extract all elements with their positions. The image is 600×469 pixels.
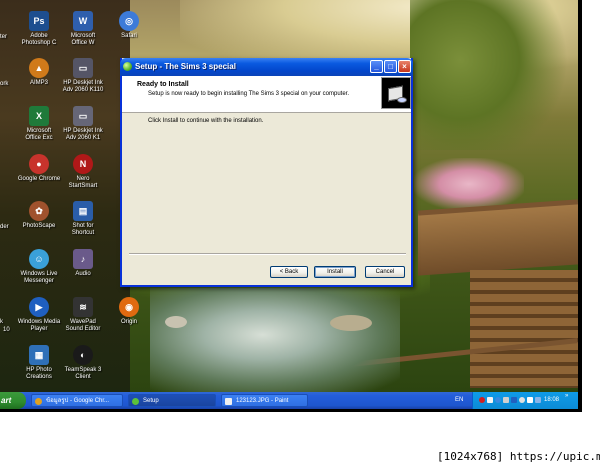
desktop-icon-hp-deskjet[interactable]: ▭ HP Deskjet Ink Adv 2060 K110 — [52, 58, 114, 94]
task-label: Setup — [143, 398, 159, 404]
task-label: ข้อมูลรูป - Google Chr... — [46, 398, 110, 404]
wallpaper-rock — [165, 316, 187, 328]
install-button[interactable]: Install — [314, 266, 356, 278]
wallpaper-foliage — [410, 0, 578, 150]
taskbar-task-setup[interactable]: Setup — [128, 394, 216, 407]
excel-icon: X — [29, 106, 49, 126]
minimize-button[interactable]: _ — [370, 60, 383, 73]
antivirus-tray-icon[interactable] — [479, 397, 485, 403]
update-tray-icon[interactable] — [495, 397, 501, 403]
shortcut-icon: ▤ — [73, 201, 93, 221]
taskbar-task-paint[interactable]: 123123.JPG - Paint — [221, 394, 308, 407]
desktop-icon-label: TeamSpeak 3 Client — [64, 367, 102, 380]
desktop-icon-label: Audio — [75, 271, 91, 277]
messenger-tray-icon[interactable] — [535, 397, 541, 403]
paint-task-icon — [225, 398, 232, 405]
printer-icon: ▭ — [73, 58, 93, 78]
desktop-icon-label: HP Deskjet Ink Adv 2060 K1 — [63, 128, 103, 141]
desktop-icon-nero-startsmart[interactable]: N Nero StartSmart — [52, 154, 114, 190]
desktop-icon-label: Origin — [120, 319, 137, 325]
wallpaper-stairs — [470, 270, 578, 388]
teamspeak-icon: ◐ — [73, 345, 93, 365]
system-tray: 18:08 — [472, 392, 578, 409]
nero-icon: N — [73, 154, 93, 174]
printer-icon: ▭ — [73, 106, 93, 126]
dialog-title: Setup - The Sims 3 special — [135, 62, 236, 71]
taskbar-clock[interactable]: 18:08 — [544, 392, 559, 409]
audio-icon: ♪ — [73, 249, 93, 269]
back-button[interactable]: < Back — [270, 266, 308, 278]
screenshot-frame-right — [578, 0, 582, 409]
installer-box-icon — [381, 77, 411, 109]
close-button[interactable]: × — [398, 60, 411, 73]
wavepad-icon: ≋ — [73, 297, 93, 317]
safari-icon: ◎ — [119, 11, 139, 31]
header-subtitle: Setup is now ready to begin installing T… — [148, 91, 349, 97]
wallpaper-stream — [150, 288, 400, 392]
wallpaper-blossoms — [414, 158, 524, 210]
chrome-icon: ● — [29, 154, 49, 174]
desktop-icon-audio[interactable]: ♪ Audio — [52, 249, 114, 278]
dialog-separator — [129, 253, 406, 255]
screenshot-frame-bottom — [0, 409, 582, 412]
messenger-icon: ☺ — [29, 249, 49, 269]
photo-creations-icon: ▦ — [29, 345, 49, 365]
dialog-body-text: Click Install to continue with the insta… — [148, 118, 264, 124]
bluetooth-tray-icon[interactable] — [511, 397, 517, 403]
desktop-icon-label: Nero StartSmart — [68, 176, 98, 189]
setup-task-icon — [132, 398, 139, 405]
wallpaper-rock — [330, 315, 372, 331]
tray-expand-icon[interactable]: » — [565, 392, 568, 400]
maximize-button[interactable]: □ — [384, 60, 397, 73]
setup-dialog: Setup - The Sims 3 special _ □ × Ready t… — [120, 58, 413, 287]
desktop: ter ork der k 10 Ps Adobe Photoshop C W … — [0, 0, 578, 392]
setup-app-icon — [123, 62, 132, 71]
desktop-icon-origin[interactable]: ◉ Origin — [98, 297, 160, 326]
display-tray-icon[interactable] — [527, 397, 533, 403]
photoshop-icon: Ps — [29, 11, 49, 31]
task-label: 123123.JPG - Paint — [236, 398, 289, 404]
taskbar-task-chrome[interactable]: ข้อมูลรูป - Google Chr... — [31, 394, 123, 407]
dialog-titlebar[interactable]: Setup - The Sims 3 special _ □ × — [120, 58, 413, 76]
desktop-icon-hp-deskjet-b[interactable]: ▭ HP Deskjet Ink Adv 2060 K1 — [52, 106, 114, 142]
word-icon: W — [73, 11, 93, 31]
start-button[interactable]: art — [0, 392, 26, 409]
network-tray-icon[interactable] — [487, 397, 493, 403]
cut-label: k — [0, 319, 3, 325]
desktop-icon-label: HP Deskjet Ink Adv 2060 K110 — [62, 80, 104, 93]
desktop-icon-teamspeak[interactable]: ◐ TeamSpeak 3 Client — [52, 345, 114, 381]
origin-icon: ◉ — [119, 297, 139, 317]
cancel-button[interactable]: Cancel — [365, 266, 405, 278]
install-disc — [397, 97, 407, 103]
desktop-icon-label: Safari — [121, 33, 137, 39]
photoscape-icon: ✿ — [29, 201, 49, 221]
cut-label: ter — [0, 34, 8, 40]
volume-tray-icon[interactable] — [503, 397, 509, 403]
media-player-icon: ▶ — [29, 297, 49, 317]
taskbar: art ข้อมูลรูป - Google Chr... Setup 1231… — [0, 392, 578, 409]
image-host-watermark: [1024x768] https://upic.me/ — [437, 450, 600, 463]
language-indicator[interactable]: EN — [455, 392, 463, 409]
safely-remove-tray-icon[interactable] — [519, 397, 525, 403]
header-title: Ready to Install — [137, 81, 189, 88]
chrome-task-icon — [35, 398, 42, 405]
desktop-icon-safari[interactable]: ◎ Safari — [98, 11, 160, 40]
desktop-icon-shot-for-shortcut[interactable]: ▤ Shot for Shortcut — [52, 201, 114, 237]
aimp-icon: ▲ — [29, 58, 49, 78]
desktop-icon-label: Shot for Shortcut — [71, 223, 95, 236]
dialog-header: Ready to Install Setup is now ready to b… — [122, 76, 411, 113]
